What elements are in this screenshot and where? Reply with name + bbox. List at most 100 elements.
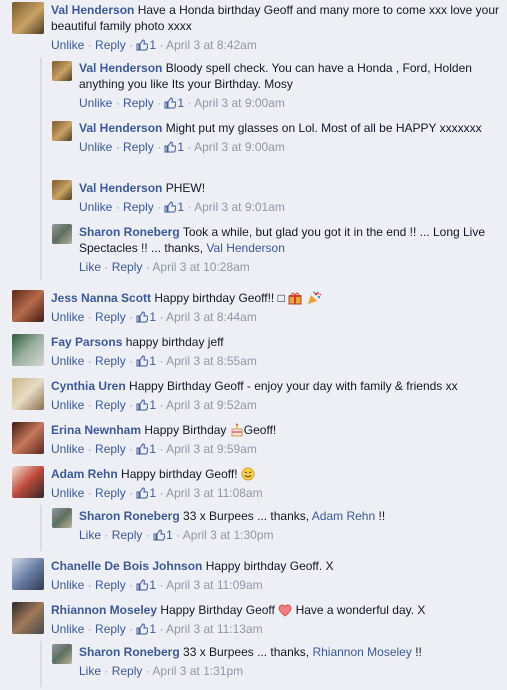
like-count[interactable]: 1 <box>136 486 156 500</box>
separator: · <box>129 578 134 592</box>
reply-link[interactable]: Reply <box>95 486 126 500</box>
comment-author[interactable]: Val Henderson <box>51 3 134 17</box>
unlike-link[interactable]: Unlike <box>51 486 84 500</box>
comment-timestamp[interactable]: April 3 at 11:13am <box>166 622 263 636</box>
comment-timestamp[interactable]: April 3 at 11:08am <box>166 486 263 500</box>
avatar[interactable] <box>52 121 72 141</box>
smile-icon <box>241 467 255 481</box>
like-count[interactable]: 1 <box>136 622 156 636</box>
comment-text: Happy birthday Geoff! <box>121 467 238 481</box>
like-count[interactable]: 1 <box>164 96 184 110</box>
reply-link[interactable]: Reply <box>95 578 126 592</box>
mention-link[interactable]: Rhiannon Moseley <box>312 645 411 659</box>
avatar[interactable] <box>12 602 44 634</box>
reply-link[interactable]: Reply <box>95 622 126 636</box>
reply-link[interactable]: Reply <box>112 260 143 274</box>
mention-link[interactable]: Val Henderson <box>206 241 285 255</box>
comment-timestamp[interactable]: April 3 at 1:31pm <box>152 664 243 678</box>
mention-link[interactable]: Adam Rehn <box>312 509 375 523</box>
unlike-link[interactable]: Unlike <box>51 398 84 412</box>
comment-author[interactable]: Rhiannon Moseley <box>51 603 157 617</box>
avatar[interactable] <box>12 2 44 34</box>
separator: · <box>129 622 134 636</box>
comment-timestamp[interactable]: April 3 at 8:42am <box>166 38 257 52</box>
comment-author[interactable]: Sharon Roneberg <box>79 645 180 659</box>
avatar[interactable] <box>12 422 44 454</box>
separator: · <box>87 622 92 636</box>
party-popper-icon <box>307 291 321 304</box>
comment-timestamp[interactable]: April 3 at 9:59am <box>166 442 257 456</box>
comment-author[interactable]: Jess Nanna Scott <box>51 291 151 305</box>
like-count[interactable]: 1 <box>136 442 156 456</box>
comment-text: Happy Birthday Geoff - enjoy your day wi… <box>129 379 458 393</box>
like-link[interactable]: Like <box>79 260 101 274</box>
like-count[interactable]: 1 <box>164 140 184 154</box>
reply-link[interactable]: Reply <box>95 398 126 412</box>
reply-link[interactable]: Reply <box>95 354 126 368</box>
reply-link[interactable]: Reply <box>95 442 126 456</box>
comment-author[interactable]: Erina Newnham <box>51 423 141 437</box>
comment-author[interactable]: Sharon Roneberg <box>79 225 180 239</box>
separator: · <box>87 578 92 592</box>
reply-thread-rule <box>40 641 42 687</box>
unlike-link[interactable]: Unlike <box>79 140 112 154</box>
comment-text: Happy birthday Geoff. X <box>205 559 334 573</box>
avatar[interactable] <box>12 290 44 322</box>
unlike-link[interactable]: Unlike <box>51 578 84 592</box>
comment-author[interactable]: Cynthia Uren <box>51 379 126 393</box>
comment-timestamp[interactable]: April 3 at 9:00am <box>194 96 285 110</box>
like-count[interactable]: 1 <box>164 200 184 214</box>
reply-link[interactable]: Reply <box>95 310 126 324</box>
comment-timestamp[interactable]: April 3 at 10:28am <box>152 260 249 274</box>
comment-timestamp[interactable]: April 3 at 1:30pm <box>183 528 274 542</box>
thumbs-up-icon <box>136 39 149 51</box>
avatar[interactable] <box>52 61 72 81</box>
reply-link[interactable]: Reply <box>95 38 126 52</box>
avatar[interactable] <box>52 180 72 200</box>
comment-timestamp[interactable]: April 3 at 11:09am <box>166 578 263 592</box>
like-count[interactable]: 1 <box>136 578 156 592</box>
reply-link[interactable]: Reply <box>112 528 143 542</box>
avatar[interactable] <box>12 334 44 366</box>
comment-timestamp[interactable]: April 3 at 8:55am <box>166 354 257 368</box>
avatar[interactable] <box>12 558 44 590</box>
comment-author[interactable]: Val Henderson <box>79 61 162 75</box>
like-count[interactable]: 1 <box>136 310 156 324</box>
separator: · <box>129 486 134 500</box>
comment-actions: Unlike · Reply · 1 · April 3 at 8:42am <box>51 37 499 53</box>
like-count[interactable]: 1 <box>136 354 156 368</box>
unlike-link[interactable]: Unlike <box>51 310 84 324</box>
comment-author[interactable]: Adam Rehn <box>51 467 118 481</box>
comment-timestamp[interactable]: April 3 at 9:01am <box>194 200 285 214</box>
avatar[interactable] <box>52 224 72 244</box>
like-count[interactable]: 1 <box>153 528 173 542</box>
comment-timestamp[interactable]: April 3 at 9:00am <box>194 140 285 154</box>
unlike-link[interactable]: Unlike <box>51 38 84 52</box>
avatar[interactable] <box>52 644 72 664</box>
unlike-link[interactable]: Unlike <box>79 96 112 110</box>
like-link[interactable]: Like <box>79 664 101 678</box>
thumbs-up-icon <box>164 97 177 109</box>
like-link[interactable]: Like <box>79 528 101 542</box>
comment-actions: Unlike · Reply · 1 · April 3 at 11:09am <box>51 577 499 593</box>
comment-author[interactable]: Val Henderson <box>79 181 162 195</box>
comment-author[interactable]: Fay Parsons <box>51 335 122 349</box>
like-count[interactable]: 1 <box>136 398 156 412</box>
unlike-link[interactable]: Unlike <box>79 200 112 214</box>
avatar[interactable] <box>12 466 44 498</box>
reply-link[interactable]: Reply <box>123 200 154 214</box>
reply-link[interactable]: Reply <box>112 664 143 678</box>
unlike-link[interactable]: Unlike <box>51 442 84 456</box>
reply-link[interactable]: Reply <box>123 96 154 110</box>
unlike-link[interactable]: Unlike <box>51 622 84 636</box>
unlike-link[interactable]: Unlike <box>51 354 84 368</box>
avatar[interactable] <box>12 378 44 410</box>
reply-link[interactable]: Reply <box>123 140 154 154</box>
comment-author[interactable]: Sharon Roneberg <box>79 509 180 523</box>
comment-timestamp[interactable]: April 3 at 8:44am <box>166 310 257 324</box>
avatar[interactable] <box>52 508 72 528</box>
comment-author[interactable]: Val Henderson <box>79 121 162 135</box>
comment-author[interactable]: Chanelle De Bois Johnson <box>51 559 202 573</box>
like-count[interactable]: 1 <box>136 38 156 52</box>
comment-timestamp[interactable]: April 3 at 9:52am <box>166 398 257 412</box>
